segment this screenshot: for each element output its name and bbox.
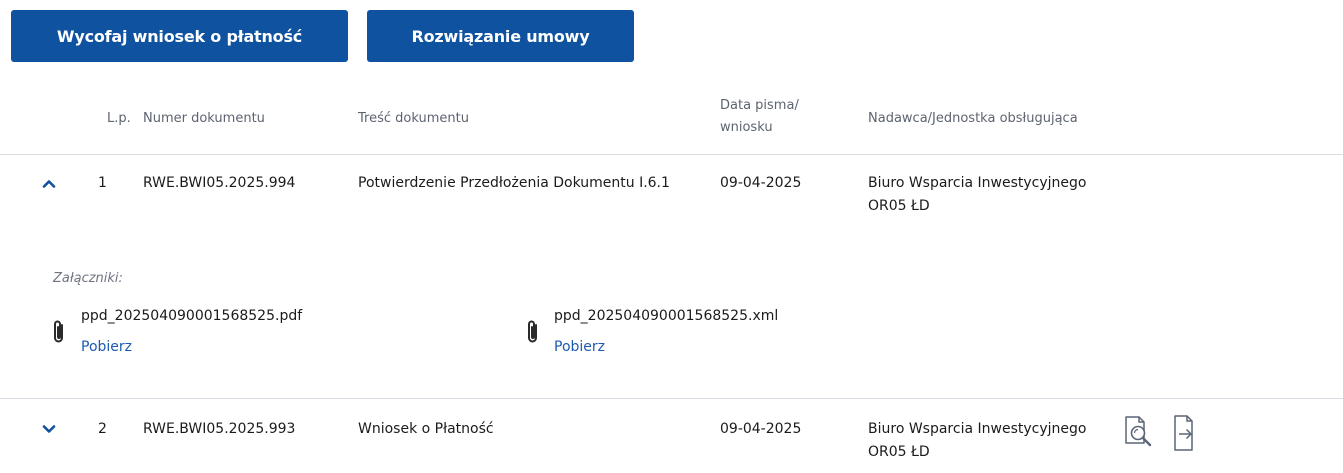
- chevron-down-icon: [42, 424, 56, 433]
- header-document-content: Treść dokumentu: [358, 111, 469, 126]
- expand-row-button[interactable]: [41, 423, 57, 435]
- paperclip-icon: [528, 320, 537, 343]
- download-link[interactable]: Pobierz: [81, 339, 132, 355]
- terminate-contract-button[interactable]: Rozwiązanie umowy: [367, 10, 634, 62]
- header-date-line1: Data pisma/: [720, 98, 799, 113]
- row-lp: 1: [98, 175, 107, 191]
- row-date: 09-04-2025: [720, 175, 802, 191]
- header-date-line2: wniosku: [720, 120, 773, 135]
- row-document-number: RWE.BWI05.2025.994: [143, 175, 296, 191]
- header-divider: [0, 154, 1343, 155]
- document-export-icon[interactable]: [1170, 413, 1204, 453]
- row-sender-line1: Biuro Wsparcia Inwestycyjnego: [868, 175, 1087, 191]
- attachment-filename: ppd_202504090001568525.pdf: [81, 308, 303, 324]
- row-sender-line2: OR05 ŁD: [868, 444, 930, 460]
- attachment-filename: ppd_202504090001568525.xml: [554, 308, 779, 324]
- document-search-icon[interactable]: [1123, 413, 1157, 453]
- paperclip-icon: [54, 320, 63, 343]
- row-lp: 2: [98, 421, 107, 437]
- row-date: 09-04-2025: [720, 421, 802, 437]
- withdraw-payment-request-button[interactable]: Wycofaj wniosek o płatność: [11, 10, 348, 62]
- row-document-content: Wniosek o Płatność: [358, 421, 494, 437]
- row-sender-line1: Biuro Wsparcia Inwestycyjnego: [868, 421, 1087, 437]
- row-document-number: RWE.BWI05.2025.993: [143, 421, 296, 437]
- download-link[interactable]: Pobierz: [554, 339, 605, 355]
- attachments-label: Załączniki:: [53, 271, 123, 286]
- header-document-number: Numer dokumentu: [143, 111, 265, 126]
- row-divider: [0, 398, 1343, 399]
- chevron-up-icon: [42, 179, 56, 188]
- header-lp: L.p.: [107, 111, 131, 126]
- collapse-row-button[interactable]: [41, 177, 57, 189]
- row-document-content: Potwierdzenie Przedłożenia Dokumentu I.6…: [358, 175, 670, 191]
- header-sender: Nadawca/Jednostka obsługująca: [868, 111, 1078, 126]
- row-sender-line2: OR05 ŁD: [868, 198, 930, 214]
